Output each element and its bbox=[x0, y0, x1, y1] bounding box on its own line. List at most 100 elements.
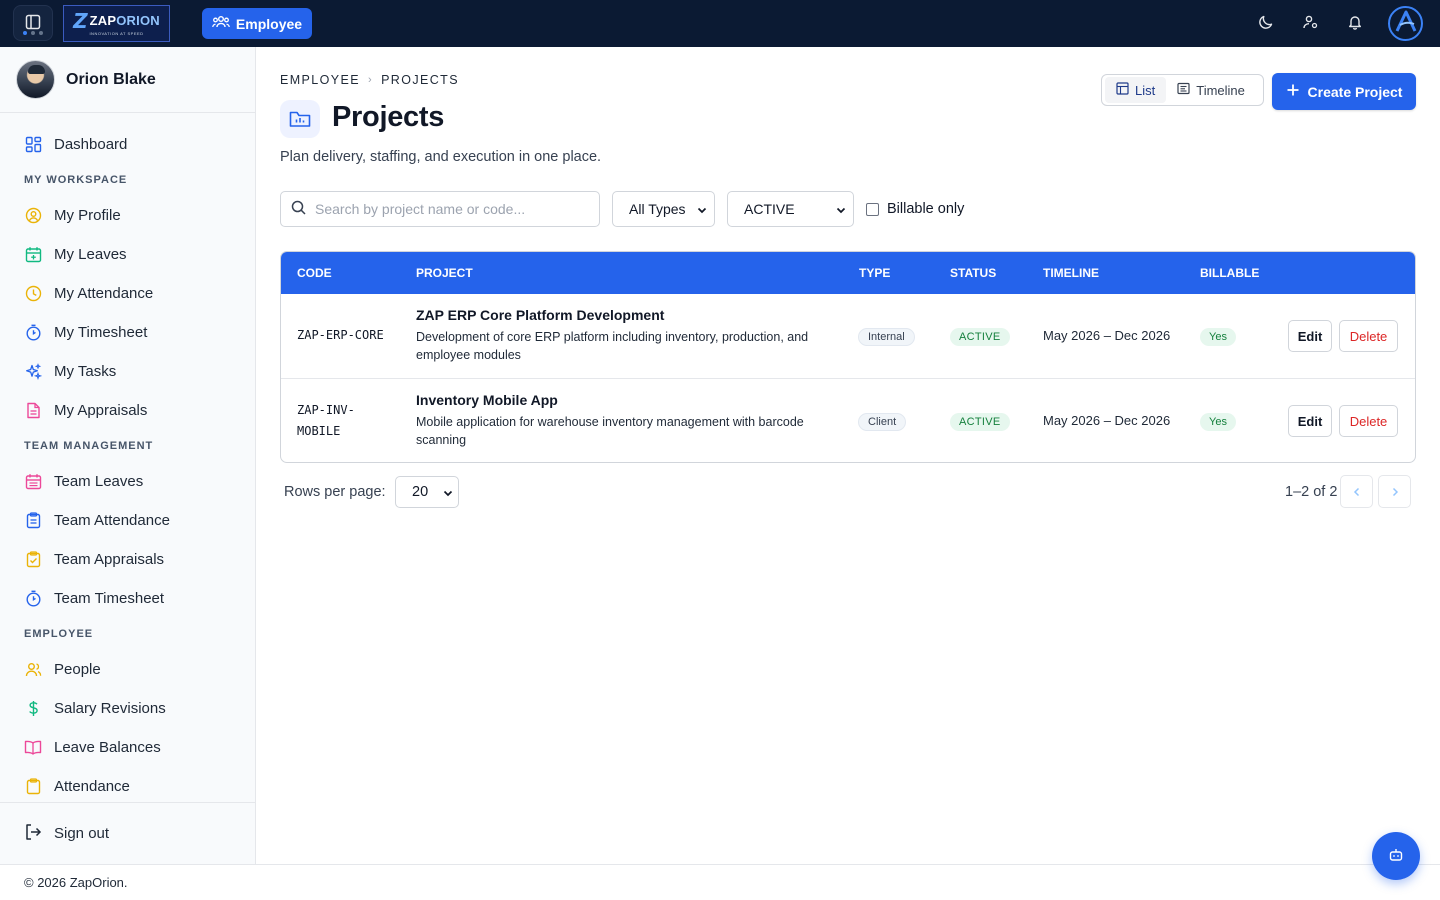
billable-only-checkbox[interactable] bbox=[866, 202, 879, 216]
sidebar-item-dashboard[interactable]: Dashboard bbox=[0, 125, 255, 164]
project-description: Mobile application for warehouse invento… bbox=[416, 415, 804, 447]
sidebar-item-attendance[interactable]: Attendance bbox=[0, 767, 255, 806]
logo-text-a: ZAP bbox=[89, 13, 117, 28]
avatar-logo-icon bbox=[1393, 9, 1419, 38]
sidebar-item-my-timesheet[interactable]: My Timesheet bbox=[0, 313, 255, 352]
delete-button[interactable]: Delete bbox=[1339, 320, 1398, 352]
app-logo[interactable]: Z ZAPORION INNOVATION AT SPEED bbox=[63, 5, 170, 42]
search-input[interactable] bbox=[315, 201, 585, 217]
people-group-icon bbox=[212, 15, 230, 32]
view-timeline-label: Timeline bbox=[1196, 82, 1245, 98]
sidebar-item-team-appraisals[interactable]: Team Appraisals bbox=[0, 540, 255, 579]
page-title: Projects bbox=[332, 101, 445, 133]
sidebar: Orion Blake Dashboard MY WORKSPACE My Pr… bbox=[0, 47, 256, 864]
project-timeline: May 2026 – Dec 2026 bbox=[1043, 328, 1171, 343]
sidebar-item-label: My Tasks bbox=[54, 363, 117, 380]
chevron-down-icon bbox=[696, 203, 708, 219]
column-header-project[interactable]: PROJECT bbox=[416, 266, 473, 280]
billable-only-label: Billable only bbox=[887, 201, 965, 217]
clipboard-list-icon bbox=[24, 512, 42, 530]
billable-badge: Yes bbox=[1200, 413, 1236, 431]
bot-icon bbox=[1388, 847, 1404, 866]
users-icon bbox=[24, 661, 42, 679]
sidebar-item-label: Team Appraisals bbox=[54, 551, 165, 568]
sidebar-section-title: EMPLOYEE bbox=[24, 628, 94, 640]
project-code: ZAP-INV-MOBILE bbox=[297, 403, 355, 438]
breadcrumb-item-employee[interactable]: EMPLOYEE bbox=[280, 73, 360, 87]
user-circle-icon bbox=[24, 207, 42, 225]
sidebar-item-team-timesheet[interactable]: Team Timesheet bbox=[0, 579, 255, 618]
sidebar-item-my-tasks[interactable]: My Tasks bbox=[0, 352, 255, 391]
chevron-right-icon bbox=[1390, 484, 1400, 500]
user-name: Orion Blake bbox=[66, 70, 156, 88]
breadcrumb-item-projects: PROJECTS bbox=[381, 73, 459, 87]
clipboard-icon bbox=[24, 778, 42, 796]
column-header-code[interactable]: CODE bbox=[297, 266, 332, 280]
sidebar-item-my-appraisals[interactable]: My Appraisals bbox=[0, 391, 255, 430]
edit-button[interactable]: Edit bbox=[1288, 405, 1332, 437]
user-settings-button[interactable] bbox=[1299, 12, 1321, 34]
chevron-down-icon bbox=[442, 487, 454, 503]
sidebar-item-team-attendance[interactable]: Team Attendance bbox=[0, 501, 255, 540]
sign-out-button[interactable]: Sign out bbox=[0, 802, 255, 864]
column-header-billable[interactable]: BILLABLE bbox=[1200, 266, 1259, 280]
sidebar-item-people[interactable]: People bbox=[0, 650, 255, 689]
create-project-label: Create Project bbox=[1307, 83, 1403, 100]
next-page-button[interactable] bbox=[1378, 475, 1411, 508]
table-row[interactable]: ZAP-ERP-CORE ZAP ERP Core Platform Devel… bbox=[281, 294, 1415, 378]
table-row[interactable]: ZAP-INV-MOBILE Inventory Mobile App Mobi… bbox=[281, 378, 1415, 462]
sidebar-item-leave-balances[interactable]: Leave Balances bbox=[0, 728, 255, 767]
sidebar-item-label: Team Leaves bbox=[54, 473, 144, 490]
billable-only-filter[interactable]: Billable only bbox=[866, 201, 964, 217]
column-header-status[interactable]: STATUS bbox=[950, 266, 996, 280]
project-name[interactable]: Inventory Mobile App bbox=[416, 392, 836, 408]
user-profile-card[interactable]: Orion Blake bbox=[0, 47, 255, 113]
project-cell: Inventory Mobile App Mobile application … bbox=[416, 392, 836, 449]
create-project-button[interactable]: Create Project bbox=[1272, 73, 1416, 110]
user-settings-icon bbox=[1302, 14, 1319, 33]
previous-page-button[interactable] bbox=[1340, 475, 1373, 508]
assistant-chat-button[interactable] bbox=[1372, 832, 1420, 880]
sidebar-nav: Dashboard MY WORKSPACE My Profile My Lea… bbox=[0, 125, 255, 806]
sidebar-section-title: MY WORKSPACE bbox=[24, 174, 128, 186]
column-header-timeline[interactable]: TIMELINE bbox=[1043, 266, 1099, 280]
sidebar-item-salary-revisions[interactable]: Salary Revisions bbox=[0, 689, 255, 728]
chevron-down-icon bbox=[835, 203, 847, 219]
sparkles-icon bbox=[24, 363, 42, 381]
timer-icon bbox=[24, 590, 42, 608]
module-switch-button[interactable]: Employee bbox=[202, 8, 312, 39]
sidebar-section-title: TEAM MANAGEMENT bbox=[24, 440, 154, 452]
project-name[interactable]: ZAP ERP Core Platform Development bbox=[416, 307, 836, 323]
timeline-icon bbox=[1177, 82, 1190, 98]
sidebar-item-label: Leave Balances bbox=[54, 739, 161, 756]
column-header-type[interactable]: TYPE bbox=[859, 266, 890, 280]
view-list-label: List bbox=[1135, 82, 1156, 98]
status-filter-select[interactable]: ACTIVE bbox=[727, 191, 854, 227]
rows-per-page-select[interactable]: 20 bbox=[395, 476, 459, 508]
project-cell: ZAP ERP Core Platform Development Develo… bbox=[416, 307, 836, 364]
sidebar-item-label: My Profile bbox=[54, 207, 121, 224]
theme-toggle-button[interactable] bbox=[1255, 12, 1277, 34]
sidebar-item-my-profile[interactable]: My Profile bbox=[0, 196, 255, 235]
status-filter-value: ACTIVE bbox=[744, 201, 795, 217]
view-timeline-button[interactable]: Timeline bbox=[1166, 77, 1256, 103]
view-list-button[interactable]: List bbox=[1105, 77, 1167, 103]
sidebar-item-my-leaves[interactable]: My Leaves bbox=[0, 235, 255, 274]
delete-button[interactable]: Delete bbox=[1339, 405, 1398, 437]
sidebar-item-label: Dashboard bbox=[54, 136, 128, 153]
sidebar-item-label: My Attendance bbox=[54, 285, 154, 302]
sidebar-toggle-button[interactable] bbox=[13, 5, 53, 41]
sidebar-item-label: People bbox=[54, 661, 101, 678]
sidebar-item-team-leaves[interactable]: Team Leaves bbox=[0, 462, 255, 501]
logout-icon bbox=[24, 823, 42, 845]
sidebar-toggle-icon bbox=[25, 14, 41, 33]
billable-badge: Yes bbox=[1200, 328, 1236, 346]
sidebar-item-my-attendance[interactable]: My Attendance bbox=[0, 274, 255, 313]
calendar-plus-icon bbox=[24, 246, 42, 264]
type-filter-select[interactable]: All Types bbox=[612, 191, 715, 227]
table-header: CODE PROJECT TYPE STATUS TIMELINE BILLAB… bbox=[281, 252, 1415, 294]
edit-button[interactable]: Edit bbox=[1288, 320, 1332, 352]
type-badge: Internal bbox=[858, 328, 915, 346]
account-menu-button[interactable] bbox=[1388, 6, 1423, 41]
notifications-button[interactable] bbox=[1344, 12, 1366, 34]
